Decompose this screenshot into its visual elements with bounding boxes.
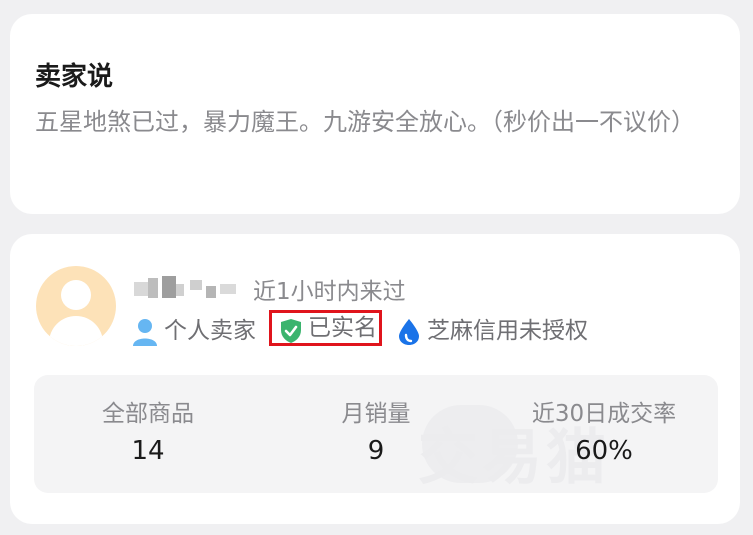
tag-personal-label: 个人卖家 (164, 318, 256, 344)
seller-says-card: 卖家说 五星地煞已过，暴力魔王。九游安全放心。（秒价出一不议价） (10, 14, 740, 214)
seller-nickname-pixelated[interactable] (132, 276, 240, 300)
seller-stats: 交易猫 全部商品 14 月销量 9 近30日成交率 60% (34, 375, 718, 493)
stat-30day-deal-rate: 近30日成交率 60% (490, 397, 718, 471)
shield-check-icon (281, 319, 301, 343)
stat-all-goods[interactable]: 全部商品 14 (34, 397, 262, 471)
avatar[interactable] (36, 266, 116, 346)
seller-says-text: 五星地煞已过，暴力魔王。九游安全放心。（秒价出一不议价） (35, 108, 695, 136)
stat-value: 14 (131, 436, 165, 466)
last-seen-status: 近1小时内来过 (253, 279, 406, 305)
avatar-head-shape (61, 280, 91, 310)
tag-verified-label: 已实名 (308, 315, 377, 341)
user-icon (133, 319, 157, 346)
seller-says-title: 卖家说 (35, 62, 114, 92)
water-drop-icon (399, 319, 419, 345)
stat-label: 月销量 (341, 401, 411, 427)
tag-zhima-label: 芝麻信用未授权 (427, 318, 588, 344)
stat-monthly-sales: 月销量 9 (262, 397, 490, 471)
stat-value: 60% (575, 436, 633, 466)
stat-label: 近30日成交率 (531, 401, 677, 427)
stat-label: 全部商品 (102, 401, 194, 427)
stat-value: 9 (367, 436, 385, 466)
tag-verified: 已实名 (269, 310, 382, 346)
seller-info-card[interactable]: 近1小时内来过 个人卖家 已实名 芝麻信用未授权 交易猫 全部商品 14 月销量… (10, 234, 740, 524)
avatar-body-shape (49, 316, 103, 346)
